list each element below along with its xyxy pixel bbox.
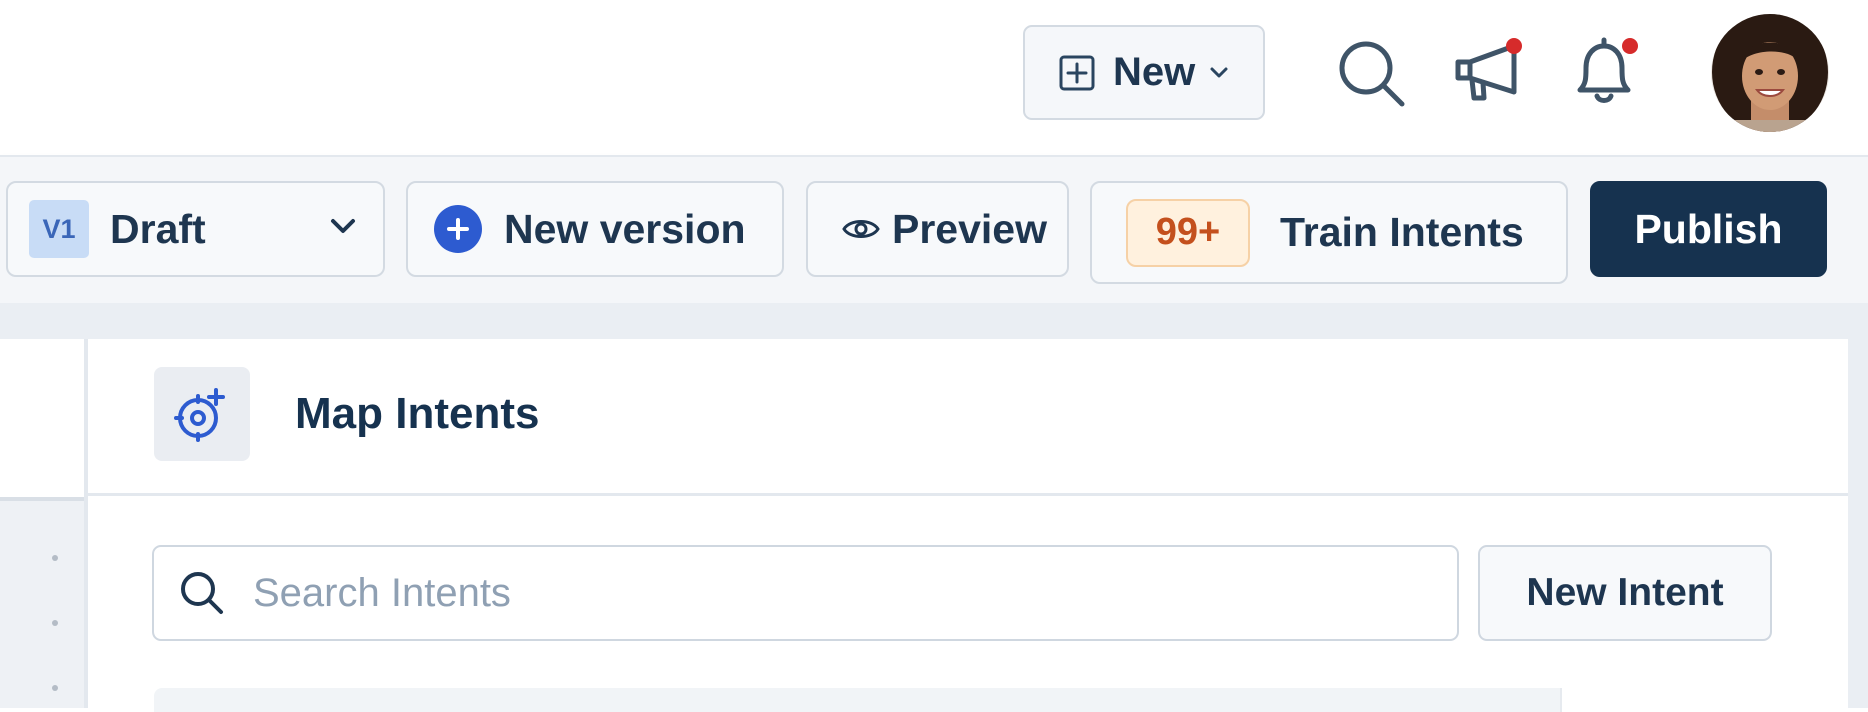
new-version-button[interactable]: New version <box>406 181 784 277</box>
megaphone-icon <box>1455 38 1522 101</box>
user-avatar[interactable] <box>1711 14 1829 132</box>
search-input[interactable] <box>251 569 1401 617</box>
page-title: Map Intents <box>295 389 540 438</box>
new-button-label: New <box>1113 50 1196 94</box>
avatar-image <box>1711 14 1829 132</box>
top-bar: New <box>0 0 1868 155</box>
notification-dot <box>1506 38 1522 54</box>
search-icon[interactable] <box>1336 38 1408 110</box>
search-icon <box>181 572 223 614</box>
intents-table-header <box>154 688 1774 712</box>
version-selector[interactable]: V1 Draft <box>6 181 385 277</box>
notifications-button[interactable] <box>1570 34 1642 108</box>
content-gap <box>0 303 1868 339</box>
new-intent-button[interactable]: New Intent <box>1478 545 1772 641</box>
plus-circle-icon <box>434 205 482 253</box>
rail-dot <box>52 555 58 561</box>
plus-square-icon <box>1059 55 1095 90</box>
announcements-button[interactable] <box>1452 36 1524 106</box>
train-intents-label: Train Intents <box>1280 209 1524 255</box>
publish-button[interactable]: Publish <box>1590 181 1827 277</box>
left-rail-lower <box>0 497 84 708</box>
train-intents-button[interactable]: 99+ Train Intents <box>1090 181 1568 284</box>
pending-count-badge: 99+ <box>1126 198 1250 267</box>
eye-icon <box>842 220 880 238</box>
version-status: Draft <box>110 205 206 252</box>
main-panel: Map Intents New Intent <box>88 339 1848 712</box>
panel-header: Map Intents <box>88 339 1848 496</box>
bell-icon <box>1577 37 1638 103</box>
rail-dot <box>52 620 58 626</box>
chevron-down-icon <box>331 219 355 233</box>
target-icon <box>154 367 250 461</box>
chevron-down-icon <box>1210 67 1228 77</box>
right-gutter <box>1848 303 1868 708</box>
preview-label: Preview <box>892 205 1047 252</box>
new-dropdown-button[interactable]: New <box>1023 25 1265 120</box>
version-tag: V1 <box>29 200 89 258</box>
table-header-cell <box>1560 688 1774 712</box>
editor-toolbar: V1 Draft New version Preview 99+ Train I… <box>0 155 1868 303</box>
search-field[interactable] <box>152 545 1459 641</box>
rail-dot <box>52 685 58 691</box>
notification-dot <box>1622 38 1638 54</box>
new-version-label: New version <box>504 205 746 252</box>
preview-button[interactable]: Preview <box>806 181 1069 277</box>
left-rail <box>0 339 84 708</box>
